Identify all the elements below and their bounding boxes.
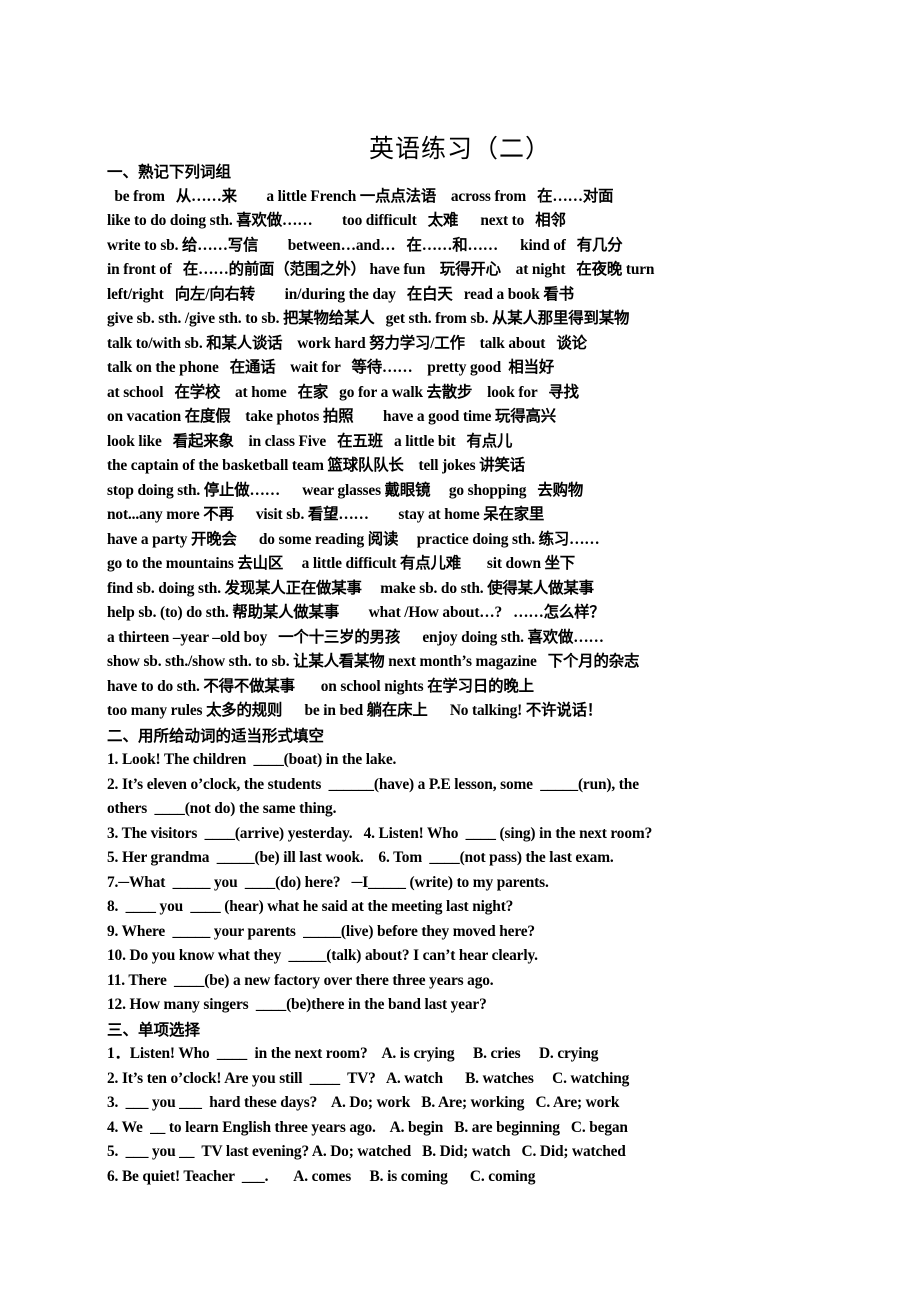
- question-item: 9. Where _____ your parents _____(live) …: [107, 922, 535, 940]
- section-one-heading: 一、熟记下列词组: [107, 162, 232, 181]
- question-item: 1. Look! The children ____(boat) in the …: [107, 751, 397, 768]
- vocab-line: in front of 在……的前面（范围之外） have fun 玩得开心 a…: [107, 261, 655, 278]
- vocab-line: on vacation 在度假 take photos 拍照 have a go…: [107, 408, 557, 425]
- choice-question-item: 2. It’s ten o’clock! Are you still ____ …: [107, 1069, 630, 1087]
- section-two-question-list: 1. Look! The children ____(boat) in the …: [107, 748, 821, 1018]
- section-three-question-list: 1．Listen! Who ____ in the next room? A. …: [107, 1042, 821, 1189]
- vocab-line: find sb. doing sth. 发现某人正在做某事 make sb. d…: [107, 579, 594, 597]
- vocab-line: a thirteen –year –old boy 一个十三岁的男孩 enjoy…: [107, 628, 604, 646]
- question-item: 2. It’s eleven o’clock, the students ___…: [107, 775, 639, 793]
- vocab-line: look like 看起来象 in class Five 在五班 a littl…: [107, 432, 513, 450]
- question-item: 5. Her grandma _____(be) ill last wook. …: [107, 849, 614, 866]
- vocab-line: have a party 开晚会 do some reading 阅读 prac…: [107, 530, 600, 548]
- question-item: 10. Do you know what they _____(talk) ab…: [107, 947, 538, 964]
- vocab-line: like to do doing sth. 喜欢做…… too difficul…: [107, 212, 566, 229]
- question-item-continuation: others ____(not do) the same thing.: [107, 800, 337, 817]
- choice-question-item: 1．Listen! Who ____ in the next room? A. …: [107, 1045, 599, 1062]
- vocab-line: talk on the phone 在通话 wait for 等待…… pret…: [107, 359, 555, 376]
- vocab-line: be from 从……来 a little French 一点点法语 acros…: [107, 187, 614, 205]
- vocab-line: left/right 向左/向右转 in/during the day 在白天 …: [107, 285, 574, 303]
- vocab-line: go to the mountains 去山区 a little difficu…: [107, 555, 576, 572]
- vocab-line: give sb. sth. /give sth. to sb. 把某物给某人 g…: [107, 310, 630, 327]
- choice-question-item: 6. Be quiet! Teacher ___. A. comes B. is…: [107, 1167, 536, 1185]
- section-one: 一、熟记下列词组 be from 从……来 a little French 一点…: [107, 160, 821, 724]
- vocab-line: help sb. (to) do sth. 帮助某人做某事 what /How …: [107, 604, 605, 621]
- choice-question-item: 4. We __ to learn English three years ag…: [107, 1118, 628, 1136]
- question-item: 11. There ____(be) a new factory over th…: [107, 971, 494, 989]
- vocab-line: talk to/with sb. 和某人谈话 work hard 努力学习/工作…: [107, 334, 587, 352]
- section-three: 三、单项选择 1．Listen! Who ____ in the next ro…: [107, 1018, 821, 1190]
- vocab-line: show sb. sth./show sth. to sb. 让某人看某物 ne…: [107, 653, 640, 670]
- vocab-line: write to sb. 给……写信 between…and… 在……和…… k…: [107, 236, 623, 254]
- document-body: 一、熟记下列词组 be from 从……来 a little French 一点…: [107, 160, 821, 1189]
- section-two: 二、用所给动词的适当形式填空 1. Look! The children ___…: [107, 724, 821, 1018]
- choice-question-item: 5. ___ you __ TV last evening? A. Do; wa…: [107, 1143, 626, 1160]
- question-item: 3. The visitors ____(arrive) yesterday. …: [107, 824, 653, 842]
- vocab-line: not...any more 不再 visit sb. 看望…… stay at…: [107, 506, 545, 523]
- vocab-line: too many rules 太多的规则 be in bed 躺在床上 No t…: [107, 702, 603, 719]
- vocab-line: have to do sth. 不得不做某事 on school nights …: [107, 677, 534, 695]
- question-item: 7.─What _____ you ____(do) here? ─I_____…: [107, 873, 549, 891]
- question-item: 8. ____ you ____ (hear) what he said at …: [107, 898, 514, 915]
- question-item: 12. How many singers ____(be)there in th…: [107, 996, 487, 1013]
- section-two-heading: 二、用所给动词的适当形式填空: [107, 725, 325, 745]
- vocab-line: stop doing sth. 停止做…… wear glasses 戴眼镜 g…: [107, 481, 584, 499]
- choice-question-item: 3. ___ you ___ hard these days? A. Do; w…: [107, 1094, 620, 1111]
- section-one-phrase-list: be from 从……来 a little French 一点点法语 acros…: [107, 185, 821, 724]
- section-three-heading: 三、单项选择: [107, 1019, 201, 1039]
- worksheet-page: 英语练习（二） 一、熟记下列词组 be from 从……来 a little F…: [0, 0, 920, 1302]
- vocab-line: at school 在学校 at home 在家 go for a walk 去…: [107, 383, 579, 401]
- vocab-line: the captain of the basketball team 篮球队队长…: [107, 457, 525, 474]
